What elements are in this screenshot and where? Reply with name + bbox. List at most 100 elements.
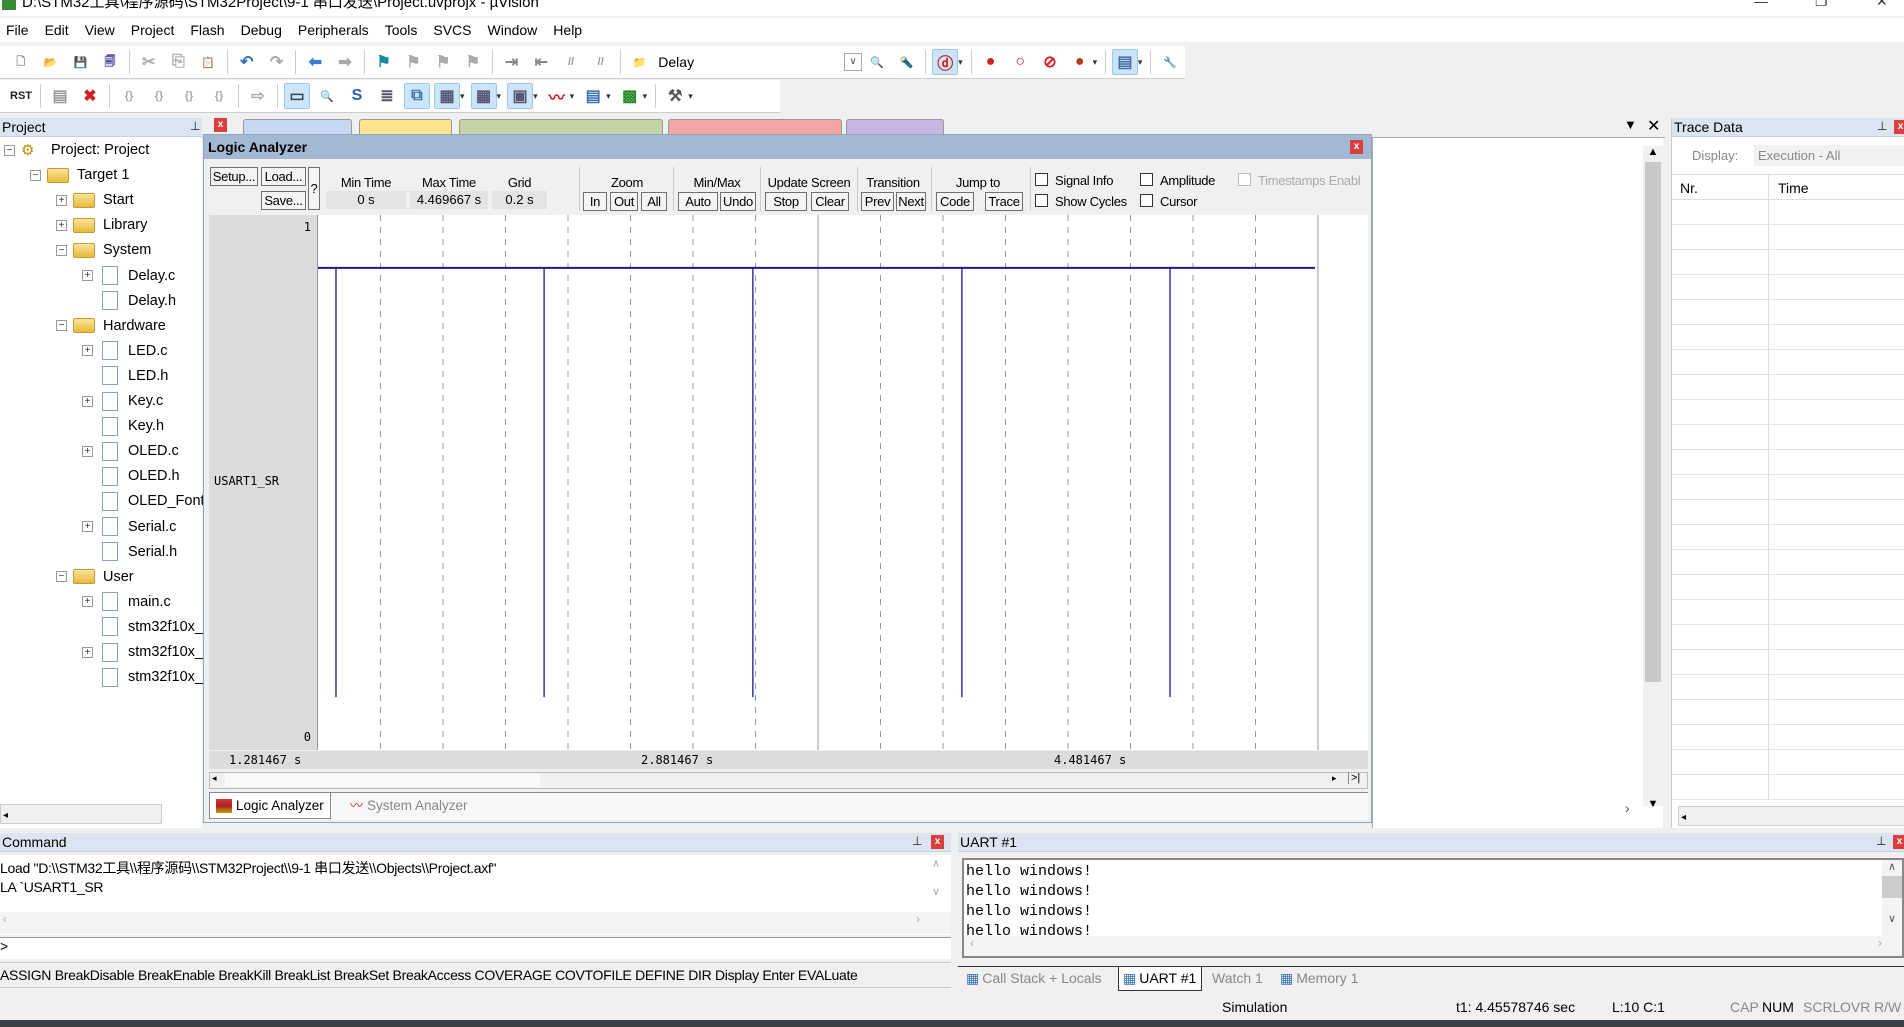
collapse-icon[interactable]: − <box>56 244 67 256</box>
zoom-in-button[interactable]: In <box>583 192 607 211</box>
tree-item[interactable]: Key.h <box>82 414 164 438</box>
uart-output[interactable]: hello windows! hello windows! hello window… <box>962 858 1904 958</box>
trace-data-close-button[interactable]: x <box>1894 120 1904 134</box>
tree-item[interactable]: Delay.h <box>82 289 176 313</box>
menu-flash[interactable]: Flash <box>184 22 234 38</box>
editor-area[interactable]: ▲ ▼ › <box>1372 138 1663 828</box>
run-button[interactable]: ▤ <box>47 83 73 109</box>
menu-file[interactable]: File <box>0 22 39 38</box>
tab-uart-1[interactable]: ▦ UART #1 <box>1118 967 1202 991</box>
expand-icon[interactable]: + <box>82 646 93 658</box>
menu-help[interactable]: Help <box>547 22 592 38</box>
debug-session-button[interactable]: ⓓ <box>932 49 959 75</box>
pin-icon[interactable]: ⊥ <box>1877 119 1887 133</box>
chevron-down-icon[interactable]: ∨ <box>844 53 863 71</box>
menu-debug[interactable]: Debug <box>235 22 292 38</box>
waveform-plot[interactable] <box>318 215 1368 750</box>
cursor-checkbox[interactable] <box>1140 194 1153 207</box>
tab-memory-1[interactable]: ▦ Memory 1 <box>1276 967 1366 991</box>
signal-info-checkbox[interactable] <box>1035 173 1048 186</box>
stop-button[interactable]: ✖ <box>77 83 103 109</box>
save-all-button[interactable]: 🗐 <box>97 49 123 75</box>
command-close-button[interactable]: x <box>931 835 944 849</box>
expand-icon[interactable]: + <box>82 345 93 357</box>
system-viewer-button[interactable]: ▩ <box>617 83 643 109</box>
dropdown-caret-icon[interactable]: ▾ <box>958 57 963 68</box>
dropdown-caret-icon[interactable]: ▾ <box>460 91 465 102</box>
window-layout-button[interactable]: ▤ <box>1112 49 1138 75</box>
scroll-right-icon[interactable]: ▸ <box>1332 773 1337 784</box>
command-output-hscroll[interactable]: ‹ › <box>0 912 951 934</box>
serial-window-button[interactable]: ▣ <box>507 83 534 109</box>
tree-item[interactable]: + Delay.c <box>82 264 175 288</box>
clear-button[interactable]: Clear <box>811 192 849 211</box>
collapse-icon[interactable]: − <box>56 320 67 332</box>
tree-item[interactable]: + Start <box>56 188 134 212</box>
show-cycles-checkbox[interactable] <box>1035 194 1048 207</box>
command-output[interactable]: Load "D:\\STM32工具\\程序源码\\STM32Project\\9… <box>0 855 951 935</box>
analysis-window-button[interactable]: 〰 <box>544 83 570 109</box>
column-nr[interactable]: Nr. <box>1680 180 1698 196</box>
unindent-button[interactable]: ⇤ <box>528 49 554 75</box>
close-document-icon[interactable]: ✕ <box>1647 116 1660 136</box>
configure-button[interactable]: 🔧 <box>1157 49 1183 75</box>
incremental-find-button[interactable]: 🔦 <box>894 49 920 75</box>
tab-list-dropdown-icon[interactable]: ▼ <box>1624 117 1637 132</box>
trace-horizontal-scrollbar[interactable]: ◂ <box>1678 806 1904 826</box>
tree-item[interactable]: + OLED.c <box>82 439 179 463</box>
scroll-down-icon[interactable]: ∨ <box>932 885 940 898</box>
dropdown-caret-icon[interactable]: ▾ <box>570 91 575 102</box>
tree-item[interactable]: − Target 1 <box>30 163 129 187</box>
scrollbar-thumb[interactable] <box>225 774 540 787</box>
help-button[interactable]: ? <box>308 167 320 210</box>
call-stack-window-button[interactable]: ⧉ <box>404 83 430 109</box>
tree-item[interactable]: + main.c <box>82 590 171 614</box>
step-button[interactable]: {} <box>116 83 142 109</box>
show-next-statement-button[interactable]: ⇨ <box>245 83 271 109</box>
tree-item[interactable]: + Serial.c <box>82 515 176 539</box>
trace-window-button[interactable]: ▤ <box>580 83 606 109</box>
tree-item[interactable]: OLED_Font. <box>82 489 209 513</box>
collapse-icon[interactable]: − <box>30 169 41 181</box>
command-window-button[interactable]: ▭ <box>284 83 310 109</box>
auto-button[interactable]: Auto <box>678 192 718 211</box>
signal-name-usart1-sr[interactable]: USART1_SR <box>214 474 279 488</box>
kill-all-breakpoints-button[interactable]: ● <box>1067 49 1093 75</box>
new-file-button[interactable]: 🗋 <box>8 49 34 75</box>
jump-trace-button[interactable]: Trace <box>985 192 1023 211</box>
insert-breakpoint-button[interactable]: ● <box>978 49 1004 75</box>
dropdown-caret-icon[interactable]: ▾ <box>643 91 648 102</box>
jump-code-button[interactable]: Code <box>936 192 974 211</box>
tree-item[interactable]: − ⚙ Project: Project <box>4 138 149 162</box>
dropdown-caret-icon[interactable]: ▾ <box>1093 57 1098 68</box>
menu-tools[interactable]: Tools <box>379 22 428 38</box>
tree-item[interactable]: − Hardware <box>56 314 166 338</box>
tree-item[interactable]: + Key.c <box>82 389 163 413</box>
find-button[interactable]: 🔍 <box>864 49 890 75</box>
watch-window-button[interactable]: ▦ <box>434 83 460 109</box>
target-select[interactable]: Delay ∨ <box>654 51 863 73</box>
tree-item[interactable]: stm32f10x_i <box>82 665 206 689</box>
zoom-all-button[interactable]: All <box>641 192 667 211</box>
uart-hscroll[interactable]: ‹ › <box>964 936 1902 956</box>
maximize-button[interactable]: ❐ <box>1815 0 1828 8</box>
logic-analyzer-close-button[interactable]: x <box>1350 140 1363 154</box>
navigate-forward-button[interactable]: ➡ <box>332 49 358 75</box>
expand-icon[interactable]: + <box>82 270 93 281</box>
scroll-left-icon[interactable]: ◂ <box>212 773 217 784</box>
project-horizontal-scrollbar[interactable]: ◂ <box>0 804 162 824</box>
tree-item[interactable]: − User <box>56 565 134 589</box>
dropdown-caret-icon[interactable]: ▾ <box>497 91 502 102</box>
copy-button[interactable]: ⎘ <box>166 49 192 75</box>
reset-button[interactable]: RST <box>8 83 34 109</box>
dropdown-caret-icon[interactable]: ▾ <box>606 91 611 102</box>
undo-button[interactable]: ↶ <box>234 49 260 75</box>
undo-button[interactable]: Undo <box>720 192 756 211</box>
collapse-icon[interactable]: − <box>4 144 15 156</box>
close-window-button[interactable]: ✕ <box>1876 0 1888 8</box>
pin-icon[interactable]: ⊥ <box>912 834 922 848</box>
waveform-horizontal-scrollbar[interactable]: ◂ ▸ >| <box>209 772 1368 789</box>
editor-vertical-scrollbar[interactable]: ▲ ▼ <box>1643 146 1663 810</box>
toolbox-button[interactable]: ⚒ <box>662 83 688 109</box>
expand-icon[interactable]: + <box>82 521 93 532</box>
